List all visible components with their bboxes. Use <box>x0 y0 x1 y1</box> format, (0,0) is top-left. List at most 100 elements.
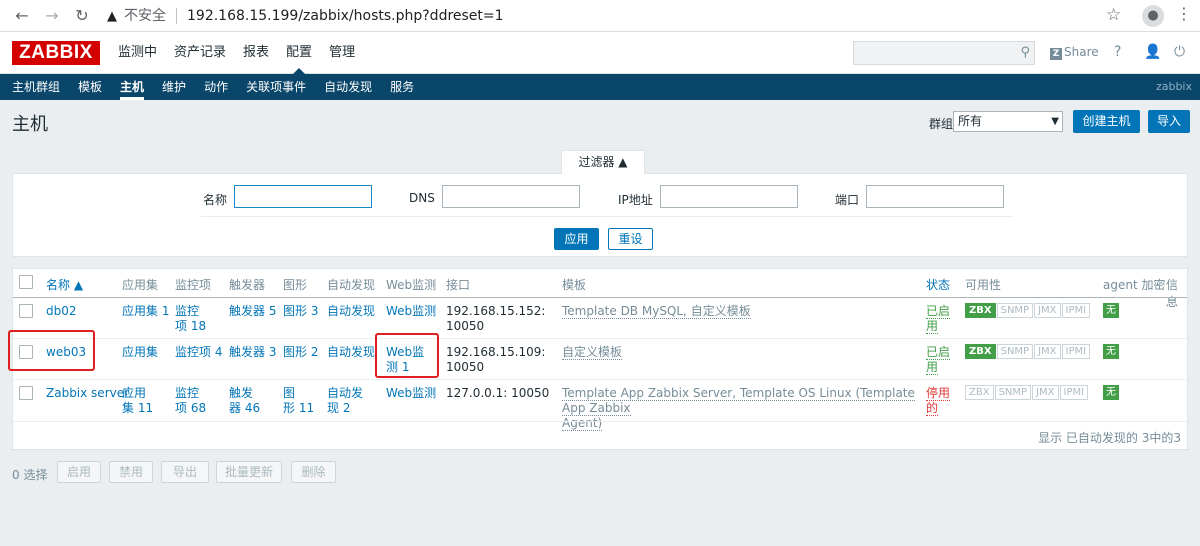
triggers-link-line1: 触发 <box>229 386 254 400</box>
templates-text[interactable]: Template App Zabbix Server, Template OS … <box>562 386 922 431</box>
items-link-line1: 监控 <box>175 304 200 318</box>
web-link[interactable]: Web监测 <box>386 386 436 401</box>
submenu-discovery[interactable]: 自动发现 <box>324 74 372 100</box>
interface-line2: 10050 <box>446 319 485 333</box>
help-icon[interactable]: ? <box>1114 44 1121 60</box>
snmp-badge: SNMP <box>996 344 1034 359</box>
submenu-host-groups[interactable]: 主机群组 <box>12 74 60 100</box>
apps-link[interactable]: 应用集 1 <box>122 304 169 319</box>
header-discovery: 自动发现 <box>327 278 376 292</box>
graphs-link[interactable]: 图形 2 <box>283 345 318 360</box>
share-label: Share <box>1064 45 1099 59</box>
triggers-link[interactable]: 触发器 3 <box>229 345 276 360</box>
header-availability: 可用性 <box>965 278 1002 292</box>
triggers-link[interactable]: 触发器 46 <box>229 386 260 416</box>
status-link[interactable]: 停用的 <box>926 386 951 416</box>
address-bar[interactable]: ▲ 不安全 192.168.15.199/zabbix/hosts.php?ddre… <box>104 3 1134 29</box>
filter-panel: 名称 DNS IP地址 端口 应用 重设 <box>12 173 1188 257</box>
submenu-services[interactable]: 服务 <box>390 74 414 100</box>
items-link[interactable]: 监控项 68 <box>175 386 206 416</box>
submenu-hosts[interactable]: 主机 <box>120 74 145 100</box>
back-arrow-icon[interactable]: ← <box>12 6 32 26</box>
group-select[interactable]: 所有 ▼ <box>953 111 1063 132</box>
enable-button[interactable]: 启用 <box>57 461 101 483</box>
items-link[interactable]: 监控项 18 <box>175 304 206 334</box>
apply-button[interactable]: 应用 <box>554 228 599 250</box>
submenu-actions[interactable]: 动作 <box>204 74 228 100</box>
search-input[interactable] <box>854 42 1014 64</box>
filter-name-input[interactable] <box>234 185 372 208</box>
export-button[interactable]: 导出 <box>161 461 209 483</box>
submenu-templates[interactable]: 模板 <box>78 74 102 100</box>
disable-button[interactable]: 禁用 <box>109 461 153 483</box>
graphs-link[interactable]: 图形 11 <box>283 386 314 416</box>
status-link[interactable]: 已启用 <box>926 345 951 375</box>
apps-link-line1: 应用 <box>122 386 147 400</box>
row-checkbox[interactable] <box>19 304 33 318</box>
web-link[interactable]: Web监测 <box>386 304 436 319</box>
search-icon[interactable]: ⚲ <box>1020 45 1030 60</box>
import-button[interactable]: 导入 <box>1148 110 1190 133</box>
menu-reports[interactable]: 报表 <box>243 32 269 74</box>
row-divider <box>13 379 1187 380</box>
templates-line1[interactable]: Template App Zabbix Server, Template OS … <box>562 386 915 416</box>
interface-line2: 10050 <box>446 360 485 374</box>
user-profile-icon[interactable]: 👤 <box>1144 44 1161 60</box>
header-status[interactable]: 状态 <box>926 276 950 293</box>
discovery-link[interactable]: 自动发现 2 <box>327 386 363 416</box>
mass-update-button[interactable]: 批量更新 <box>216 461 282 483</box>
templates-text[interactable]: 自定义模板 <box>562 345 623 360</box>
divider <box>176 8 177 24</box>
status-line1: 停用 <box>926 386 951 401</box>
share-link[interactable]: Z Share <box>1050 45 1099 60</box>
delete-button[interactable]: 删除 <box>291 461 336 483</box>
bookmark-star-icon[interactable]: ☆ <box>1106 5 1121 25</box>
reload-icon[interactable]: ↻ <box>72 6 92 26</box>
status-link[interactable]: 已启用 <box>926 304 951 334</box>
templates-link[interactable]: 自定义模板 <box>562 345 623 360</box>
filter-dns-input[interactable] <box>442 185 580 208</box>
status-line2: 用 <box>926 319 939 334</box>
header-items: 监控项 <box>175 278 212 292</box>
menu-administration[interactable]: 管理 <box>329 32 355 74</box>
zabbix-header: ZABBIX 监测中 资产记录 报表 配置 管理 ⚲ Z Share ? 👤 ⏻ <box>0 32 1200 74</box>
apps-link[interactable]: 应用集 11 <box>122 386 153 416</box>
filter-name-label: 名称 <box>203 193 228 207</box>
header-graphs: 图形 <box>283 278 308 292</box>
templates-line2[interactable]: Agent) <box>562 416 603 431</box>
forward-arrow-icon[interactable]: → <box>42 6 62 26</box>
templates-link[interactable]: Template DB MySQL, 自定义模板 <box>562 304 751 319</box>
apps-link[interactable]: 应用集 <box>122 345 158 360</box>
profile-avatar-icon[interactable]: ● <box>1142 5 1164 27</box>
reset-button[interactable]: 重设 <box>608 228 653 250</box>
interface-text: 127.0.0.1: 10050 <box>446 386 550 400</box>
jmx-badge: JMX <box>1034 344 1061 359</box>
menu-inventory[interactable]: 资产记录 <box>174 32 226 74</box>
zabbix-logo[interactable]: ZABBIX <box>12 41 100 65</box>
header-agent-encryption: agent 加密 <box>1103 278 1166 292</box>
graphs-link[interactable]: 图形 3 <box>283 304 318 319</box>
items-link[interactable]: 监控项 4 <box>175 345 222 360</box>
filter-tab[interactable]: 过滤器 ▲ <box>561 150 645 174</box>
browser-menu-icon[interactable]: ⋮ <box>1176 4 1192 23</box>
group-label: 群组 <box>929 117 954 131</box>
templates-text[interactable]: Template DB MySQL, 自定义模板 <box>562 304 751 319</box>
menu-configuration[interactable]: 配置 <box>286 32 312 74</box>
filter-port-input[interactable] <box>866 185 1004 208</box>
header-divider <box>13 297 1187 298</box>
menu-monitoring[interactable]: 监测中 <box>118 32 157 74</box>
discovery-link[interactable]: 自动发现 <box>327 304 375 319</box>
row-checkbox[interactable] <box>19 386 33 400</box>
submenu-event-correlation[interactable]: 关联项事件 <box>246 74 306 100</box>
submenu-maintenance[interactable]: 维护 <box>162 74 186 100</box>
url-text[interactable]: 192.168.15.199/zabbix/hosts.php?ddreset=… <box>187 8 504 24</box>
select-all-checkbox[interactable] <box>19 275 33 289</box>
host-name-link[interactable]: Zabbix server <box>46 386 129 401</box>
create-host-button[interactable]: 创建主机 <box>1073 110 1140 133</box>
logout-icon[interactable]: ⏻ <box>1174 44 1185 60</box>
triggers-link[interactable]: 触发器 5 <box>229 304 276 319</box>
filter-ip-input[interactable] <box>660 185 798 208</box>
discovery-link[interactable]: 自动发现 <box>327 345 375 360</box>
host-name-link[interactable]: db02 <box>46 304 77 319</box>
header-name[interactable]: 名称 ▲ <box>46 276 83 293</box>
